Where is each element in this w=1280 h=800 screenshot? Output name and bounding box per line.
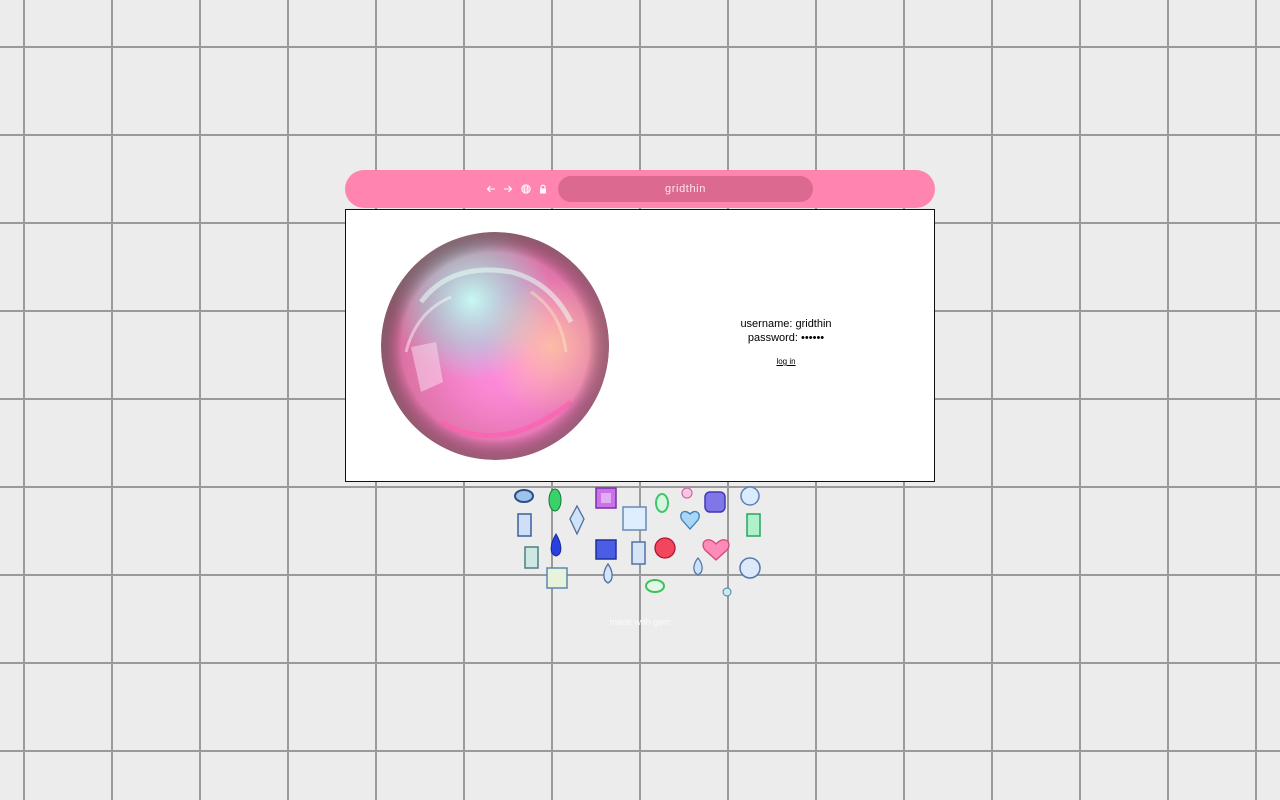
login-panel: username: gridthin password: •••••• log …	[718, 317, 854, 369]
gem-decoration	[510, 484, 770, 600]
globe-icon[interactable]	[519, 182, 533, 196]
log-in-link[interactable]: log in	[776, 355, 795, 369]
arrow-right-icon[interactable]	[501, 182, 515, 196]
lock-icon	[536, 182, 550, 196]
address-bar[interactable]: gridthin	[558, 176, 813, 202]
footer-credit: made with gem	[609, 617, 671, 627]
page-window: username: gridthin password: •••••• log …	[345, 209, 935, 482]
password-label: password: ••••••	[747, 332, 825, 344]
iridescent-sphere-image	[381, 232, 609, 460]
browser-toolbar: gridthin	[345, 170, 935, 208]
arrow-left-icon[interactable]	[484, 182, 498, 196]
username-label: username: gridthin	[740, 318, 832, 330]
